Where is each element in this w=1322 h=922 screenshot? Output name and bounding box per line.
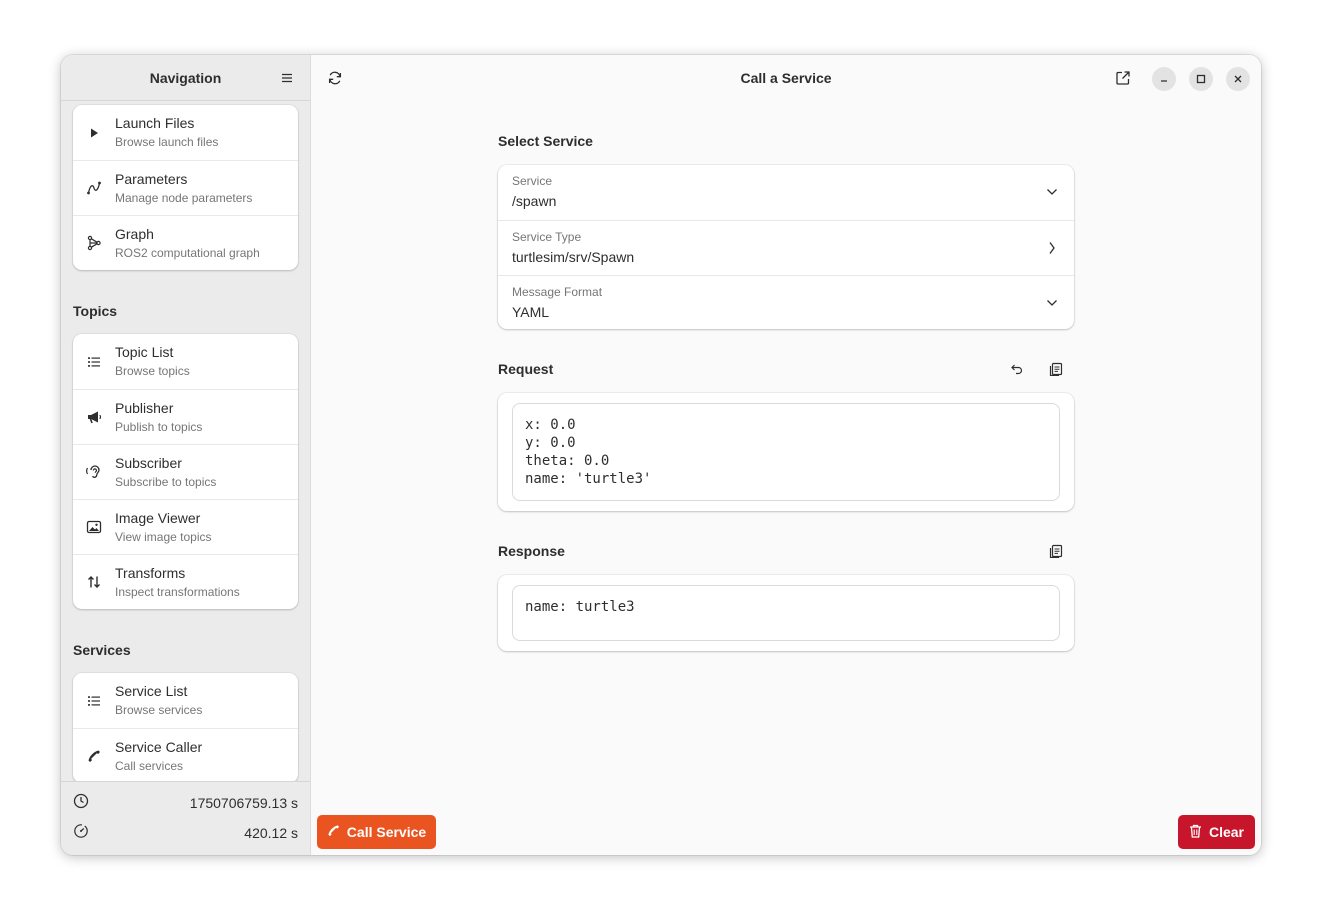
chevron-down-icon: [1044, 184, 1060, 200]
sidebar-item-launch-files[interactable]: Launch Files Browse launch files: [73, 105, 298, 160]
sidebar-item-label: Service Caller: [115, 738, 203, 755]
sidebar-item-parameters[interactable]: Parameters Manage node parameters: [73, 160, 298, 215]
sidebar-item-label: Parameters: [115, 170, 188, 187]
section-title-select-service: Select Service: [498, 133, 593, 149]
section-title-services: Services: [73, 642, 131, 658]
minimize-icon[interactable]: [1152, 67, 1176, 91]
sidebar-scroll-area[interactable]: Launch Files Browse launch files Paramet…: [61, 102, 310, 781]
sidebar-title: Navigation: [149, 69, 222, 86]
sidebar-item-service-caller[interactable]: Service Caller Call services: [73, 728, 298, 781]
uptime-value: 420.12 s: [244, 825, 298, 841]
clock-icon: [73, 793, 89, 814]
clear-button[interactable]: Clear: [1178, 815, 1255, 849]
maximize-icon[interactable]: [1189, 67, 1213, 91]
close-icon[interactable]: [1226, 67, 1250, 91]
phone-icon: [73, 749, 115, 763]
phone-icon: [327, 824, 340, 840]
sidebar-item-subscriber[interactable]: Subscriber Subscribe to topics: [73, 444, 298, 499]
response-card: name: turtle3: [498, 575, 1074, 651]
main-panel: Call a Service Select Service Service /s…: [311, 55, 1261, 855]
sidebar-item-subtitle: ROS2 computational graph: [115, 245, 260, 260]
sidebar-item-subtitle: Call services: [115, 758, 184, 773]
section-title-request: Request: [498, 361, 554, 377]
section-title-response: Response: [498, 543, 565, 559]
curve-icon: [73, 180, 115, 196]
sidebar-card-topics: Topic List Browse topics Publisher Publi…: [73, 334, 298, 609]
sidebar-item-label: Publisher: [115, 399, 174, 416]
section-title-topics: Topics: [73, 303, 118, 319]
sidebar-item-subtitle: Browse launch files: [115, 135, 219, 149]
chevron-down-icon: [1044, 295, 1060, 311]
clear-label: Clear: [1208, 824, 1245, 840]
sidebar-footer: 1750706759.13 s 420.12 s: [61, 781, 310, 855]
app-window: Navigation Launch Files Browse launch fi…: [61, 55, 1261, 855]
sidebar-item-subtitle: Browse services: [115, 703, 203, 717]
sidebar-item-label: Subscriber: [115, 454, 182, 471]
sidebar-item-image-viewer[interactable]: Image Viewer View image topics: [73, 499, 298, 554]
sidebar-header: Navigation: [61, 55, 310, 101]
chevron-right-icon: [1044, 240, 1060, 256]
sidebar-item-subtitle: Inspect transformations: [115, 584, 240, 599]
image-icon: [73, 519, 115, 535]
message-format-dropdown[interactable]: Message Format YAML: [498, 275, 1074, 329]
open-external-icon[interactable]: [1111, 66, 1135, 90]
call-service-label: Call Service: [346, 824, 427, 840]
request-editor[interactable]: x: 0.0 y: 0.0 theta: 0.0 name: 'turtle3': [512, 403, 1060, 501]
copy-icon[interactable]: [1043, 356, 1069, 382]
service-value: /spawn: [512, 193, 557, 209]
main-header: Call a Service: [311, 55, 1261, 101]
undo-icon[interactable]: [1004, 356, 1030, 382]
service-label: Service: [512, 174, 553, 188]
sidebar-item-subtitle: View image topics: [115, 529, 212, 544]
message-format-value: YAML: [512, 304, 550, 320]
sidebar-card-general: Launch Files Browse launch files Paramet…: [73, 105, 298, 270]
call-service-button[interactable]: Call Service: [317, 815, 436, 849]
sidebar-card-services: Service List Browse services Service Cal…: [73, 673, 298, 781]
refresh-icon[interactable]: [323, 66, 347, 90]
sidebar-item-publisher[interactable]: Publisher Publish to topics: [73, 389, 298, 444]
sidebar-item-service-list[interactable]: Service List Browse services: [73, 673, 298, 728]
sidebar-item-label: Service List: [115, 683, 188, 699]
sidebar-item-label: Graph: [115, 225, 154, 242]
request-card: x: 0.0 y: 0.0 theta: 0.0 name: 'turtle3': [498, 393, 1074, 511]
arrows-icon: [73, 574, 115, 590]
sidebar-item-label: Launch Files: [115, 115, 195, 131]
stopwatch-icon: [73, 823, 89, 844]
uptime-row: 420.12 s: [61, 818, 310, 848]
ear-icon: [73, 464, 115, 480]
response-viewer[interactable]: name: turtle3: [512, 585, 1060, 641]
page-title: Call a Service: [740, 70, 832, 86]
list-icon: [73, 355, 115, 369]
megaphone-icon: [73, 409, 115, 425]
hamburger-icon[interactable]: [276, 67, 298, 89]
sidebar-item-label: Topic List: [115, 344, 174, 360]
graph-icon: [73, 235, 115, 251]
message-format-label: Message Format: [512, 285, 603, 299]
sidebar-item-subtitle: Subscribe to topics: [115, 474, 217, 489]
sidebar-item-topic-list[interactable]: Topic List Browse topics: [73, 334, 298, 389]
sidebar-item-label: Image Viewer: [115, 509, 201, 526]
clock-row: 1750706759.13 s: [61, 788, 310, 818]
select-service-card: Service /spawn Service Type turtlesim/sr…: [498, 165, 1074, 329]
clock-value: 1750706759.13 s: [189, 795, 298, 811]
service-type-label: Service Type: [512, 230, 582, 244]
sidebar: Navigation Launch Files Browse launch fi…: [61, 55, 311, 855]
copy-icon[interactable]: [1043, 538, 1069, 564]
play-icon: [73, 126, 115, 140]
trash-icon: [1189, 824, 1202, 841]
list-icon: [73, 694, 115, 708]
service-dropdown[interactable]: Service /spawn: [498, 165, 1074, 220]
sidebar-item-subtitle: Publish to topics: [115, 419, 203, 434]
service-type-row[interactable]: Service Type turtlesim/srv/Spawn: [498, 220, 1074, 275]
sidebar-item-subtitle: Browse topics: [115, 364, 190, 378]
sidebar-item-transforms[interactable]: Transforms Inspect transformations: [73, 554, 298, 609]
service-type-value: turtlesim/srv/Spawn: [512, 249, 635, 265]
sidebar-item-graph[interactable]: Graph ROS2 computational graph: [73, 215, 298, 270]
sidebar-item-label: Transforms: [115, 564, 186, 581]
sidebar-item-subtitle: Manage node parameters: [115, 190, 253, 205]
